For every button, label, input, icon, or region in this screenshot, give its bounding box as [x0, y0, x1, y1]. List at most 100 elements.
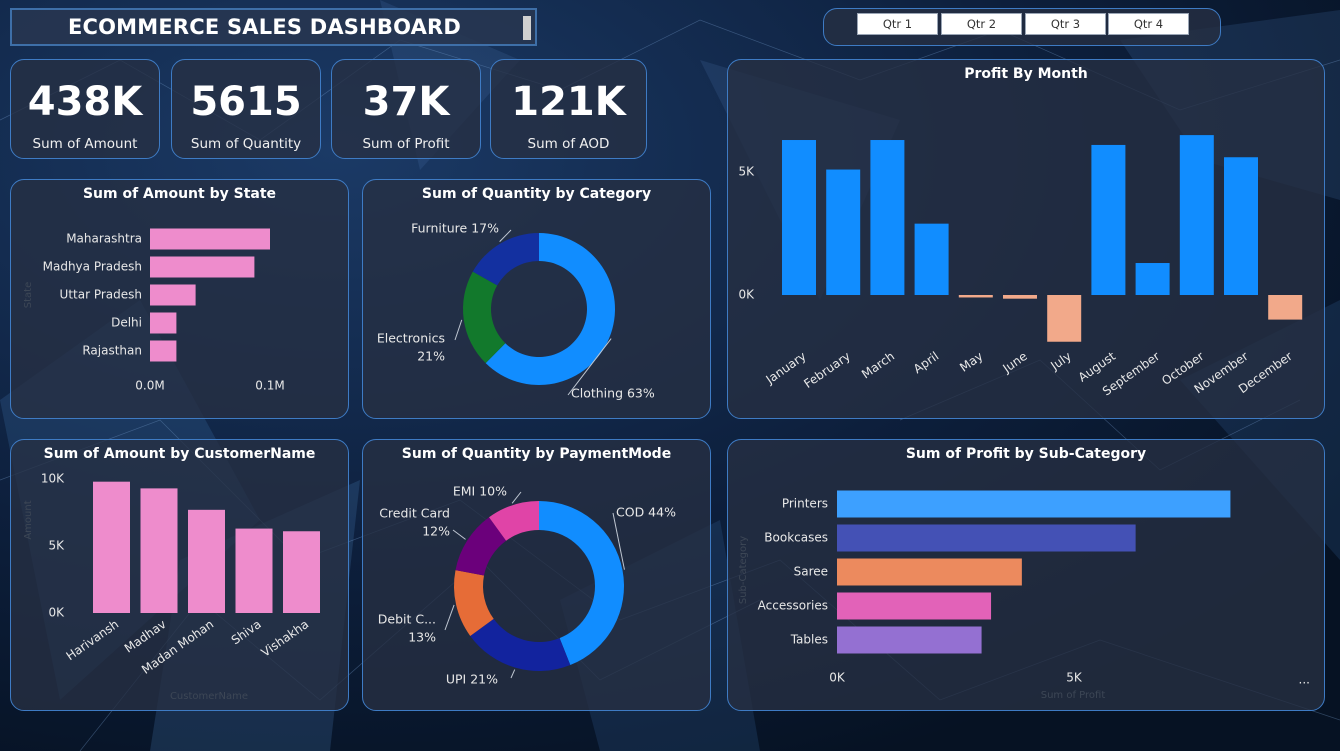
bar	[837, 592, 992, 620]
amount-by-state-panel[interactable]: Sum of Amount by State Maharashtra Madhya…	[10, 179, 349, 419]
bar-label: Printers	[782, 497, 828, 511]
bar	[1179, 135, 1214, 295]
x-tick-label: April	[911, 349, 942, 376]
bar	[235, 528, 273, 613]
bar	[837, 558, 1022, 586]
profit-by-month-chart: 5K0KJanuaryFebruary March April May June July…	[738, 135, 1303, 399]
x-tick-label: Vishakha	[259, 617, 312, 660]
x-tick-label: 0K	[829, 671, 846, 685]
amount-by-customer-chart: 10K5K0KHarivansh MadhavMadan Mohan ShivaVi…	[23, 472, 320, 702]
bar	[150, 340, 177, 362]
amount-by-customer-panel[interactable]: Sum of Amount by CustomerName 10K 5K 0K Har…	[10, 439, 349, 711]
slicer-button-qtr4[interactable]: Qtr 4	[1108, 13, 1189, 35]
bar	[93, 481, 130, 613]
bar	[1224, 157, 1258, 295]
bar-label: Accessories	[758, 599, 828, 613]
title-tab-marker	[523, 16, 531, 40]
x-tick-label: March	[859, 349, 897, 381]
bar	[958, 295, 993, 298]
slice-label: 21%	[417, 349, 445, 364]
x-tick-label: May	[957, 349, 985, 375]
kpi-value: 5615	[190, 79, 302, 125]
kpi-card-quantity[interactable]: 5615 Sum of Quantity	[171, 59, 321, 159]
bar	[837, 626, 982, 654]
dashboard-title-bar: ECOMMERCE SALES DASHBOARD	[10, 8, 537, 46]
y-axis-title: State	[23, 282, 34, 308]
x-axis-title: Sum of Profit	[1041, 690, 1106, 701]
kpi-value: 121K	[511, 79, 626, 125]
bar-label: Tables	[790, 633, 828, 647]
bar	[826, 169, 861, 295]
slicer-button-qtr3[interactable]: Qtr 3	[1025, 13, 1106, 35]
kpi-label: Sum of Profit	[362, 136, 450, 152]
bar-label: Bookcases	[764, 531, 828, 545]
profit-by-subcategory-panel[interactable]: Sum of Profit by Sub-Category Printers Bo…	[727, 439, 1325, 711]
quantity-by-category-panel[interactable]: Sum of Quantity by Category Clothing 63%…	[362, 179, 711, 419]
leader-line	[452, 529, 466, 540]
bar	[150, 284, 196, 306]
dashboard-title: ECOMMERCE SALES DASHBOARD	[67, 15, 462, 39]
bar	[283, 531, 320, 613]
slicer-button-qtr1[interactable]: Qtr 1	[857, 13, 938, 35]
slicer-button-qtr2[interactable]: Qtr 2	[941, 13, 1022, 35]
bar	[782, 140, 816, 295]
slice-label: EMI 10%	[453, 484, 507, 499]
bar	[140, 488, 178, 613]
y-tick-label: 5K	[48, 539, 65, 553]
bar-label: Delhi	[111, 316, 142, 330]
more-indicator: ...	[1299, 673, 1310, 687]
profit-by-subcategory-chart: Printers Bookcases Saree Accessories Tables 0…	[738, 490, 1310, 701]
donut-slice	[539, 501, 624, 666]
bar	[1268, 295, 1303, 320]
amount-by-state-chart: Maharashtra Madhya Pradesh Uttar Pradesh De…	[23, 228, 285, 393]
leader-line	[454, 319, 463, 341]
kpi-label: Sum of Quantity	[190, 136, 302, 152]
y-tick-label: 10K	[41, 472, 65, 486]
slice-label: 13%	[408, 630, 436, 645]
kpi-value: 37K	[362, 79, 450, 125]
x-tick-label: July	[1047, 349, 1074, 373]
bar	[1135, 263, 1170, 295]
bar-label: Saree	[794, 565, 828, 579]
profit-by-month-panel[interactable]: Profit By Month 5K 0K January February March…	[727, 59, 1325, 419]
donut-slice	[470, 618, 571, 671]
x-axis-title: CustomerName	[170, 691, 248, 702]
slice-label: Furniture 17%	[411, 221, 499, 236]
kpi-card-profit[interactable]: 37K Sum of Profit	[331, 59, 481, 159]
kpi-value: 438K	[27, 79, 143, 125]
kpi-card-amount[interactable]: 438K Sum of Amount	[10, 59, 160, 159]
slice-label: UPI 21%	[446, 672, 498, 687]
kpi-label: Sum of AOD	[527, 136, 610, 152]
kpi-card-aod[interactable]: 121K Sum of AOD	[490, 59, 647, 159]
leader-line	[444, 604, 455, 631]
y-axis-title: Amount	[23, 500, 34, 539]
x-tick-label: 0.0M	[135, 379, 164, 393]
quantity-by-paymentmode-chart: COD 44% UPI 21% Debit C... 13% Credit Card 12…	[378, 484, 676, 687]
slice-label: Electronics	[377, 331, 445, 346]
quantity-by-paymentmode-panel[interactable]: Sum of Quantity by PaymentMode COD 44% UP…	[362, 439, 711, 711]
bar-label: Madhya Pradesh	[43, 260, 142, 274]
slice-label: Debit C...	[378, 612, 436, 627]
bar-label: Rajasthan	[82, 344, 142, 358]
slice-label: COD 44%	[616, 505, 676, 520]
x-tick-label: June	[999, 349, 1029, 376]
slice-label: 12%	[422, 524, 450, 539]
slice-label: Credit Card	[379, 506, 450, 521]
leader-line	[511, 491, 522, 504]
bar	[870, 140, 905, 295]
x-tick-label: February	[801, 349, 853, 391]
bar	[150, 312, 177, 334]
bar	[1091, 144, 1126, 295]
slice-label: Clothing 63%	[571, 386, 655, 401]
y-axis-title: Sub-Category	[738, 536, 749, 604]
bar	[1047, 295, 1082, 342]
x-tick-label: Shiva	[229, 617, 264, 647]
quantity-by-category-chart: Clothing 63% Electronics 21% Furniture 17%	[377, 221, 655, 401]
y-tick-label: 5K	[738, 165, 755, 179]
x-tick-label: 0.1M	[255, 379, 284, 393]
bar	[1003, 295, 1037, 299]
donut-slice	[463, 271, 506, 364]
bar-label: Uttar Pradesh	[60, 288, 142, 302]
bar	[837, 490, 1231, 518]
bar	[914, 223, 949, 295]
